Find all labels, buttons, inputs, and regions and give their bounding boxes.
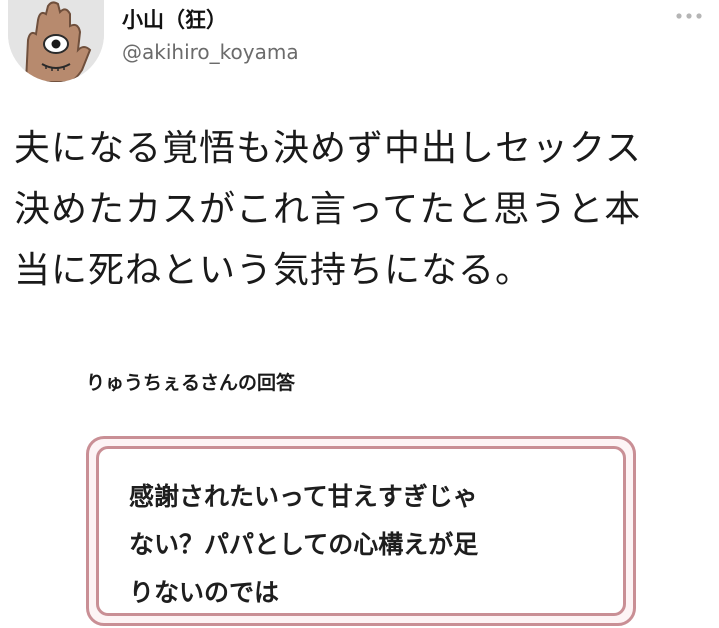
tweet-line: 当に死ねという気持ちになる。 (14, 250, 533, 291)
answer-line: ない？パパとしての心構えが足 (129, 530, 479, 559)
answer-card-inner: 感謝されたいって甘えすぎじゃ ない？パパとしての心構えが足 りないのでは (96, 446, 626, 616)
hand-eye-avatar-icon (8, 0, 104, 82)
answer-card: 感謝されたいって甘えすぎじゃ ない？パパとしての心構えが足 りないのでは (86, 436, 636, 626)
tweet-line: 決めたカスがこれ言ってたと思うと本 (14, 189, 642, 230)
answer-label: りゅうちぇるさんの回答 (86, 372, 296, 394)
display-name[interactable]: 小山（狂） (122, 4, 227, 34)
tweet-text: 夫になる覚悟も決めず中出しセックス 決めたカスがこれ言ってたと思うと本 当に死ね… (14, 118, 714, 301)
user-handle[interactable]: @akihiro_koyama (122, 40, 299, 64)
answer-line: りないのでは (129, 578, 280, 607)
tweet-line: 夫になる覚悟も決めず中出しセックス (14, 128, 642, 169)
avatar[interactable] (8, 0, 104, 82)
more-horizontal-icon (676, 13, 702, 19)
answer-text: 感謝されたいって甘えすぎじゃ ない？パパとしての心構えが足 りないのでは (129, 473, 478, 617)
more-button[interactable] (672, 4, 706, 28)
answer-line: 感謝されたいって甘えすぎじゃ (129, 482, 478, 511)
